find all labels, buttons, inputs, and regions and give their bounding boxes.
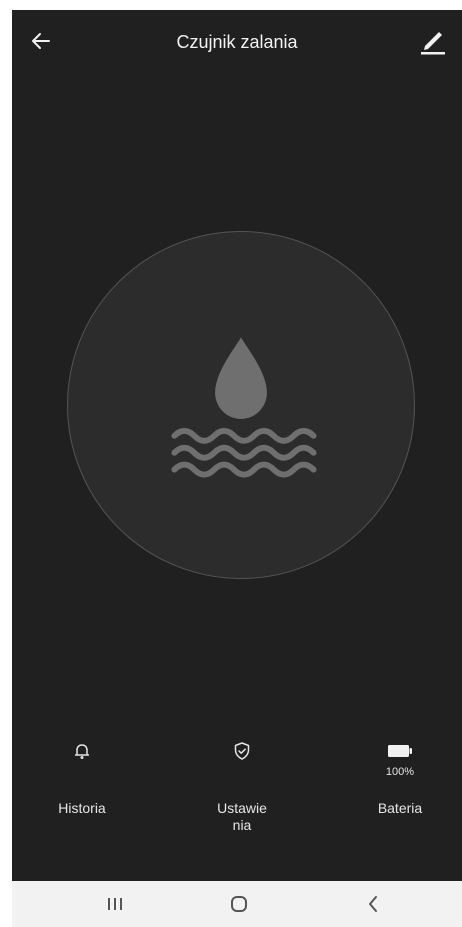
battery-button[interactable]: 100% Bateria [330,738,462,817]
system-back-button[interactable] [338,881,408,927]
settings-button[interactable]: Ustawie nia [172,738,312,834]
home-button[interactable] [204,881,274,927]
sensor-status-circle [67,231,415,579]
app-screen: Czujnik zalania Historia Ustawie nia 100… [12,10,462,927]
settings-label: Ustawie nia [217,800,267,833]
back-button[interactable] [26,26,56,56]
bottom-actions: Historia Ustawie nia 100% Bateria [12,738,462,868]
back-chevron-icon [369,896,377,912]
battery-label: Bateria [377,800,423,816]
history-button[interactable]: Historia [12,738,152,817]
recent-apps-button[interactable] [80,881,150,927]
bell-icon [75,744,89,759]
pencil-icon [421,32,445,55]
battery-percentage: 100% [385,766,415,778]
recent-apps-icon [108,898,122,910]
arrow-left-icon [32,33,50,49]
history-label: Historia [58,800,106,816]
page-title: Czujnik zalania [176,32,298,52]
top-bar: Czujnik zalania [12,10,462,74]
shield-check-icon [234,742,250,760]
system-navigation-bar [12,881,462,927]
edit-button[interactable] [416,24,450,58]
water-drop-waves-icon [171,337,317,478]
battery-icon [388,745,412,757]
home-icon [231,896,247,912]
